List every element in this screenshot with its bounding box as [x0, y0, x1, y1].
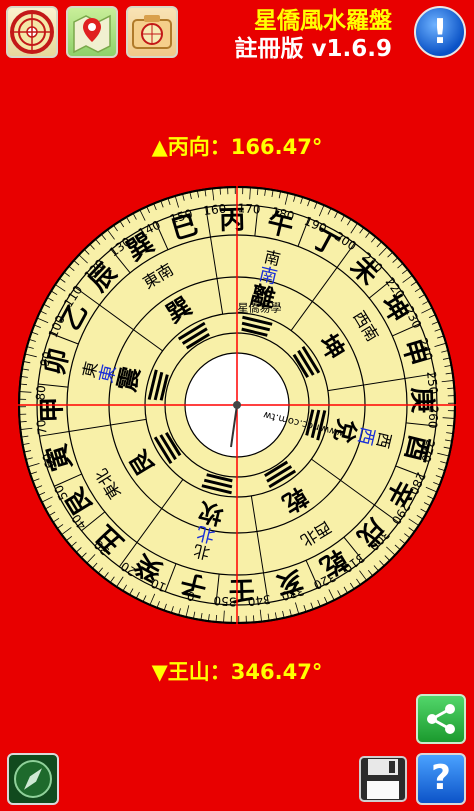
feng-shui-compass[interactable]: 0 10 20 30 40 50 60 70 80 90 100 110 120 130 140 150 160… [7, 175, 467, 635]
floppy-disk-icon [359, 756, 407, 802]
camera-compass-icon [132, 15, 172, 49]
map-pin-icon [73, 14, 111, 54]
mountain-label: 壬 [228, 574, 255, 605]
compass-icon [10, 10, 54, 54]
share-button[interactable] [416, 694, 466, 744]
version-label: 註冊版 v1.6.9 [234, 36, 393, 62]
facing-direction-reading: ▲丙向：166.47° [151, 135, 323, 159]
app-title: 星僑風水羅盤 [254, 8, 392, 34]
degree-tick [219, 187, 221, 195]
degree-tick [19, 421, 27, 423]
save-button[interactable] [358, 753, 408, 805]
needle-pivot [233, 401, 241, 409]
watermark-brand: 星僑易學 [237, 301, 281, 315]
mountain-label: 丙 [219, 205, 246, 236]
help-button[interactable]: ? [416, 753, 466, 805]
mini-compass-icon [14, 760, 52, 798]
mountain-label: 庚 [406, 387, 438, 414]
sitting-direction-reading: ▼王山：346.47° [151, 660, 323, 684]
info-button[interactable]: ! [414, 6, 466, 58]
degree-tick [447, 387, 455, 389]
camera-mode-button[interactable] [126, 6, 178, 58]
compass-mode-button[interactable] [6, 6, 58, 58]
mini-compass-button[interactable] [7, 753, 59, 805]
degree-tick [253, 615, 255, 623]
map-mode-button[interactable] [66, 6, 118, 58]
share-icon [427, 704, 455, 734]
mountain-label: 甲 [37, 396, 68, 423]
